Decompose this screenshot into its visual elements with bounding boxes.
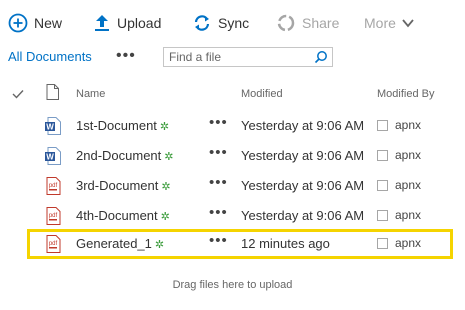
share-button[interactable]: Share — [276, 12, 339, 34]
file-name-link[interactable]: 2nd-Document ✲ — [76, 148, 174, 163]
modified-by: apnx — [377, 118, 421, 132]
pdf-doc-icon: pdf — [46, 207, 61, 225]
svg-text:W: W — [46, 153, 54, 162]
search-box — [163, 47, 333, 67]
share-icon — [277, 14, 295, 32]
new-label: New — [34, 15, 63, 31]
view-bar: All Documents ••• — [0, 44, 465, 72]
more-label: More — [364, 15, 396, 31]
file-name-link[interactable]: 3rd-Document ✲ — [76, 178, 171, 193]
sync-label: Sync — [218, 15, 250, 31]
view-selector-all-documents[interactable]: All Documents — [8, 49, 92, 64]
svg-text:pdf: pdf — [49, 213, 58, 219]
search-icon[interactable] — [314, 50, 328, 64]
modified-date: Yesterday at 9:06 AM — [241, 118, 365, 133]
modified-by: apnx — [377, 208, 421, 222]
drag-drop-hint: Drag files here to upload — [172, 279, 293, 291]
chevron-down-icon — [402, 19, 414, 28]
more-button[interactable]: More — [364, 12, 421, 34]
presence-checkbox[interactable] — [377, 179, 388, 191]
modified-by: apnx — [377, 148, 421, 162]
file-type-header-icon — [46, 84, 59, 100]
svg-text:W: W — [46, 123, 54, 132]
upload-button[interactable]: Upload — [93, 12, 161, 34]
item-ellipsis-menu[interactable]: ••• — [209, 174, 228, 191]
new-button[interactable]: New — [8, 12, 62, 34]
item-ellipsis-menu[interactable]: ••• — [209, 204, 228, 221]
modified-date: Yesterday at 9:06 AM — [241, 208, 365, 223]
upload-arrow-icon — [95, 15, 109, 31]
sync-arrows-icon — [194, 15, 210, 31]
plus-circle-icon — [8, 13, 28, 33]
modified-date: Yesterday at 9:06 AM — [241, 178, 365, 193]
new-item-marker-icon: ✲ — [161, 181, 171, 193]
table-row[interactable]: W 2nd-Document ✲ ••• Yesterday at 9:06 AM… — [0, 141, 465, 171]
item-ellipsis-menu[interactable]: ••• — [209, 144, 228, 161]
new-item-marker-icon: ✲ — [164, 151, 174, 163]
column-header-name[interactable]: Name — [76, 88, 105, 100]
word-doc-icon: W — [45, 147, 61, 165]
select-all-checkmark-icon[interactable] — [12, 89, 24, 99]
presence-checkbox[interactable] — [377, 149, 388, 161]
column-header-modified[interactable]: Modified — [241, 88, 283, 100]
table-row[interactable]: pdf 3rd-Document ✲ ••• Yesterday at 9:06 … — [0, 171, 465, 201]
file-name-link[interactable]: 4th-Document ✲ — [76, 208, 170, 223]
share-label: Share — [302, 15, 340, 31]
table-row[interactable]: W 1st-Document ✲ ••• Yesterday at 9:06 AM… — [0, 111, 465, 141]
new-item-marker-icon: ✲ — [160, 211, 170, 223]
column-header-modified-by[interactable]: Modified By — [377, 88, 434, 100]
list-header: Name Modified Modified By — [0, 84, 465, 106]
upload-label: Upload — [117, 15, 162, 31]
presence-checkbox[interactable] — [377, 209, 388, 221]
file-name-link[interactable]: 1st-Document ✲ — [76, 118, 169, 133]
search-input[interactable] — [164, 48, 319, 66]
item-ellipsis-menu[interactable]: ••• — [209, 114, 228, 131]
table-row[interactable]: pdf 4th-Document ✲ ••• Yesterday at 9:06 … — [0, 201, 465, 231]
presence-checkbox[interactable] — [377, 119, 388, 131]
modified-by: apnx — [377, 178, 421, 192]
pdf-doc-icon: pdf — [46, 177, 61, 195]
sync-button[interactable]: Sync — [192, 12, 249, 34]
word-doc-icon: W — [45, 117, 61, 135]
view-options-ellipsis[interactable]: ••• — [116, 47, 136, 65]
modified-date: Yesterday at 9:06 AM — [241, 148, 365, 163]
highlight-frame — [27, 229, 453, 259]
command-bar: New Upload Sync Share More — [0, 0, 465, 44]
svg-text:pdf: pdf — [49, 183, 58, 189]
new-item-marker-icon: ✲ — [159, 121, 170, 133]
